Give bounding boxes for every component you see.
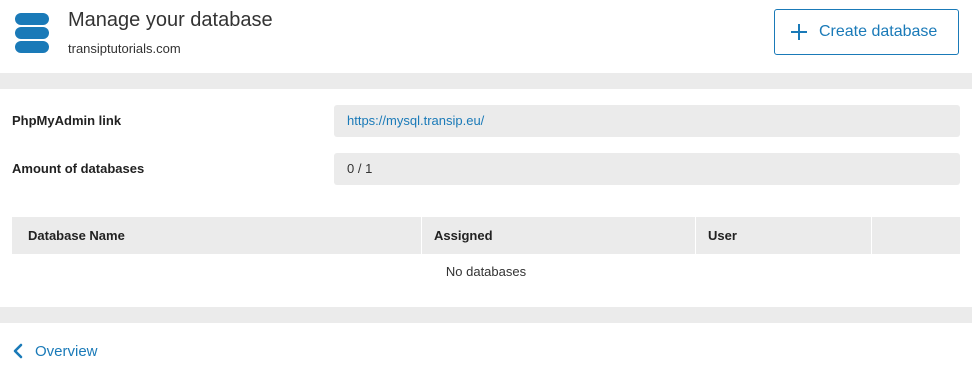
create-database-button[interactable]: Create database (774, 9, 959, 55)
create-database-label: Create database (819, 23, 938, 40)
phpmyadmin-link[interactable]: https://mysql.transip.eu/ (334, 105, 960, 137)
section-divider-top (0, 73, 972, 89)
domain-name: transiptutorials.com (68, 41, 181, 56)
overview-back-link[interactable]: Overview (12, 340, 98, 362)
overview-label: Overview (35, 342, 98, 360)
database-icon (15, 13, 49, 53)
column-divider (695, 217, 696, 254)
column-header-assigned[interactable]: Assigned (434, 217, 493, 254)
column-divider (421, 217, 422, 254)
column-header-database-name[interactable]: Database Name (28, 217, 125, 254)
database-amount-label: Amount of databases (12, 161, 145, 176)
section-divider-bottom (0, 307, 972, 323)
chevron-left-icon (13, 343, 23, 359)
page-title: Manage your database (68, 9, 273, 31)
phpmyadmin-label: PhpMyAdmin link (12, 113, 122, 128)
table-empty-message: No databases (445, 264, 527, 279)
database-amount-value: 0 / 1 (334, 153, 960, 185)
page-header: Manage your database transiptutorials.co… (0, 0, 972, 73)
column-header-user[interactable]: User (708, 217, 737, 254)
databases-table-header: Database Name Assigned User (12, 217, 960, 254)
plus-icon (791, 24, 807, 40)
column-divider (871, 217, 872, 254)
